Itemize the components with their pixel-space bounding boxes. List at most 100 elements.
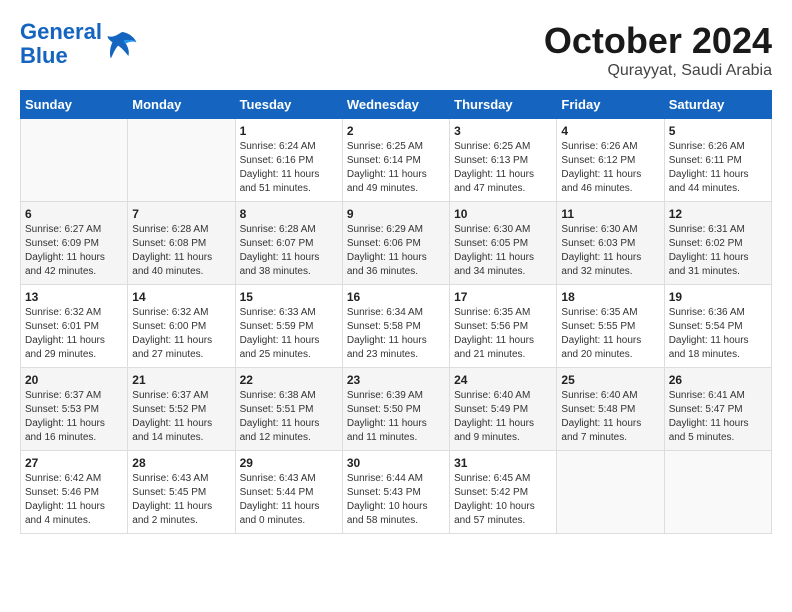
calendar-cell: 10 Sunrise: 6:30 AM Sunset: 6:05 PM Dayli… (450, 202, 557, 285)
calendar-cell: 14 Sunrise: 6:32 AM Sunset: 6:00 PM Dayli… (128, 285, 235, 368)
calendar-cell: 3 Sunrise: 6:25 AM Sunset: 6:13 PM Daylig… (450, 119, 557, 202)
day-info: Sunrise: 6:25 AM Sunset: 6:14 PM Dayligh… (347, 140, 445, 196)
day-number: 9 (347, 207, 445, 221)
weekday-header-sunday: Sunday (21, 91, 128, 119)
location-title: Qurayyat, Saudi Arabia (544, 62, 772, 80)
day-number: 7 (132, 207, 230, 221)
day-number: 18 (561, 290, 659, 304)
weekday-header-thursday: Thursday (450, 91, 557, 119)
calendar-cell: 2 Sunrise: 6:25 AM Sunset: 6:14 PM Daylig… (342, 119, 449, 202)
day-number: 22 (240, 373, 338, 387)
month-title: October 2024 (544, 20, 772, 62)
calendar-cell: 22 Sunrise: 6:38 AM Sunset: 5:51 PM Dayli… (235, 368, 342, 451)
day-info: Sunrise: 6:24 AM Sunset: 6:16 PM Dayligh… (240, 140, 338, 196)
day-number: 2 (347, 124, 445, 138)
day-info: Sunrise: 6:41 AM Sunset: 5:47 PM Dayligh… (669, 389, 767, 445)
day-number: 26 (669, 373, 767, 387)
day-info: Sunrise: 6:40 AM Sunset: 5:49 PM Dayligh… (454, 389, 552, 445)
calendar-cell: 13 Sunrise: 6:32 AM Sunset: 6:01 PM Dayli… (21, 285, 128, 368)
day-number: 16 (347, 290, 445, 304)
day-info: Sunrise: 6:40 AM Sunset: 5:48 PM Dayligh… (561, 389, 659, 445)
day-info: Sunrise: 6:45 AM Sunset: 5:42 PM Dayligh… (454, 472, 552, 528)
calendar-cell: 24 Sunrise: 6:40 AM Sunset: 5:49 PM Dayli… (450, 368, 557, 451)
day-info: Sunrise: 6:37 AM Sunset: 5:53 PM Dayligh… (25, 389, 123, 445)
day-number: 6 (25, 207, 123, 221)
calendar-cell: 31 Sunrise: 6:45 AM Sunset: 5:42 PM Dayli… (450, 451, 557, 534)
day-number: 12 (669, 207, 767, 221)
calendar-cell: 21 Sunrise: 6:37 AM Sunset: 5:52 PM Dayli… (128, 368, 235, 451)
calendar-cell (557, 451, 664, 534)
day-number: 4 (561, 124, 659, 138)
calendar-cell: 30Sunrise: 6:44 AM Sunset: 5:43 PM Dayli… (342, 451, 449, 534)
logo: General Blue (20, 20, 138, 68)
day-info: Sunrise: 6:35 AM Sunset: 5:56 PM Dayligh… (454, 306, 552, 362)
calendar-cell: 11 Sunrise: 6:30 AM Sunset: 6:03 PM Dayli… (557, 202, 664, 285)
day-number: 17 (454, 290, 552, 304)
calendar-cell: 12 Sunrise: 6:31 AM Sunset: 6:02 PM Dayli… (664, 202, 771, 285)
day-info: Sunrise: 6:28 AM Sunset: 6:08 PM Dayligh… (132, 223, 230, 279)
day-number: 25 (561, 373, 659, 387)
calendar-cell: 23Sunrise: 6:39 AM Sunset: 5:50 PM Dayli… (342, 368, 449, 451)
calendar-cell: 7 Sunrise: 6:28 AM Sunset: 6:08 PM Daylig… (128, 202, 235, 285)
day-info: Sunrise: 6:30 AM Sunset: 6:03 PM Dayligh… (561, 223, 659, 279)
day-info: Sunrise: 6:31 AM Sunset: 6:02 PM Dayligh… (669, 223, 767, 279)
day-info: Sunrise: 6:32 AM Sunset: 6:00 PM Dayligh… (132, 306, 230, 362)
calendar-cell: 1Sunrise: 6:24 AM Sunset: 6:16 PM Daylig… (235, 119, 342, 202)
calendar-table: SundayMondayTuesdayWednesdayThursdayFrid… (20, 90, 772, 534)
calendar-cell: 29Sunrise: 6:43 AM Sunset: 5:44 PM Dayli… (235, 451, 342, 534)
calendar-cell (664, 451, 771, 534)
day-info: Sunrise: 6:39 AM Sunset: 5:50 PM Dayligh… (347, 389, 445, 445)
calendar-cell: 25 Sunrise: 6:40 AM Sunset: 5:48 PM Dayli… (557, 368, 664, 451)
day-info: Sunrise: 6:32 AM Sunset: 6:01 PM Dayligh… (25, 306, 123, 362)
calendar-cell (128, 119, 235, 202)
day-info: Sunrise: 6:26 AM Sunset: 6:12 PM Dayligh… (561, 140, 659, 196)
day-info: Sunrise: 6:26 AM Sunset: 6:11 PM Dayligh… (669, 140, 767, 196)
calendar-cell: 18Sunrise: 6:35 AM Sunset: 5:55 PM Dayli… (557, 285, 664, 368)
calendar-week-row: 6 Sunrise: 6:27 AM Sunset: 6:09 PM Daylig… (21, 202, 772, 285)
calendar-cell: 16Sunrise: 6:34 AM Sunset: 5:58 PM Dayli… (342, 285, 449, 368)
day-info: Sunrise: 6:25 AM Sunset: 6:13 PM Dayligh… (454, 140, 552, 196)
day-number: 8 (240, 207, 338, 221)
calendar-cell: 8Sunrise: 6:28 AM Sunset: 6:07 PM Daylig… (235, 202, 342, 285)
logo-bird-icon (106, 28, 138, 60)
calendar-cell: 5 Sunrise: 6:26 AM Sunset: 6:11 PM Daylig… (664, 119, 771, 202)
day-info: Sunrise: 6:27 AM Sunset: 6:09 PM Dayligh… (25, 223, 123, 279)
day-info: Sunrise: 6:43 AM Sunset: 5:45 PM Dayligh… (132, 472, 230, 528)
day-number: 14 (132, 290, 230, 304)
day-number: 21 (132, 373, 230, 387)
day-number: 11 (561, 207, 659, 221)
day-number: 24 (454, 373, 552, 387)
calendar-cell: 9 Sunrise: 6:29 AM Sunset: 6:06 PM Daylig… (342, 202, 449, 285)
page-header: General Blue October 2024 Qurayyat, Saud… (20, 20, 772, 80)
calendar-cell: 17 Sunrise: 6:35 AM Sunset: 5:56 PM Dayli… (450, 285, 557, 368)
day-number: 27 (25, 456, 123, 470)
day-number: 28 (132, 456, 230, 470)
day-number: 13 (25, 290, 123, 304)
day-info: Sunrise: 6:37 AM Sunset: 5:52 PM Dayligh… (132, 389, 230, 445)
weekday-header-wednesday: Wednesday (342, 91, 449, 119)
weekday-header-tuesday: Tuesday (235, 91, 342, 119)
calendar-cell: 4 Sunrise: 6:26 AM Sunset: 6:12 PM Daylig… (557, 119, 664, 202)
day-number: 19 (669, 290, 767, 304)
title-area: October 2024 Qurayyat, Saudi Arabia (544, 20, 772, 80)
day-info: Sunrise: 6:38 AM Sunset: 5:51 PM Dayligh… (240, 389, 338, 445)
calendar-cell: 20Sunrise: 6:37 AM Sunset: 5:53 PM Dayli… (21, 368, 128, 451)
day-number: 15 (240, 290, 338, 304)
calendar-cell: 19 Sunrise: 6:36 AM Sunset: 5:54 PM Dayli… (664, 285, 771, 368)
calendar-week-row: 1Sunrise: 6:24 AM Sunset: 6:16 PM Daylig… (21, 119, 772, 202)
calendar-header-row: SundayMondayTuesdayWednesdayThursdayFrid… (21, 91, 772, 119)
day-info: Sunrise: 6:30 AM Sunset: 6:05 PM Dayligh… (454, 223, 552, 279)
day-number: 10 (454, 207, 552, 221)
calendar-week-row: 13 Sunrise: 6:32 AM Sunset: 6:01 PM Dayli… (21, 285, 772, 368)
day-info: Sunrise: 6:43 AM Sunset: 5:44 PM Dayligh… (240, 472, 338, 528)
day-number: 5 (669, 124, 767, 138)
day-info: Sunrise: 6:36 AM Sunset: 5:54 PM Dayligh… (669, 306, 767, 362)
weekday-header-friday: Friday (557, 91, 664, 119)
day-info: Sunrise: 6:29 AM Sunset: 6:06 PM Dayligh… (347, 223, 445, 279)
day-number: 3 (454, 124, 552, 138)
calendar-cell: 27 Sunrise: 6:42 AM Sunset: 5:46 PM Dayli… (21, 451, 128, 534)
calendar-cell: 26 Sunrise: 6:41 AM Sunset: 5:47 PM Dayli… (664, 368, 771, 451)
day-number: 31 (454, 456, 552, 470)
day-info: Sunrise: 6:42 AM Sunset: 5:46 PM Dayligh… (25, 472, 123, 528)
day-info: Sunrise: 6:33 AM Sunset: 5:59 PM Dayligh… (240, 306, 338, 362)
